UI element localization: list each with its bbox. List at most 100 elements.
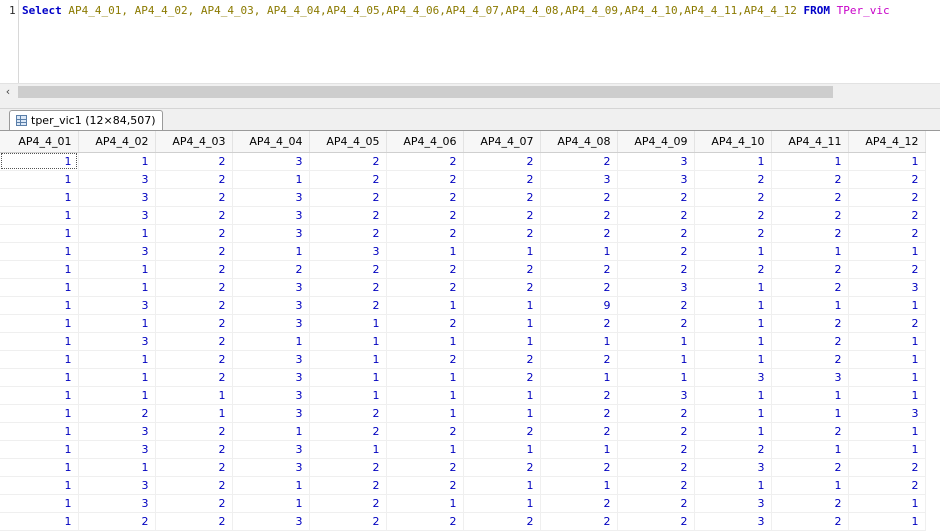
grid-cell[interactable]: 1: [309, 440, 387, 459]
grid-cell[interactable]: 2: [617, 242, 695, 261]
result-tab[interactable]: tper_vic1 (12×84,507): [9, 110, 164, 130]
grid-cell[interactable]: 2: [771, 278, 849, 297]
grid-cell[interactable]: 2: [694, 440, 772, 459]
grid-cell[interactable]: 2: [771, 260, 849, 279]
grid-cell[interactable]: 3: [78, 494, 156, 513]
result-grid[interactable]: AP4_4_01 AP4_4_02 AP4_4_03 AP4_4_04 AP4_4_05…: [0, 131, 940, 532]
grid-cell[interactable]: 1: [78, 350, 156, 369]
scrollbar-thumb[interactable]: [18, 86, 833, 98]
grid-cell[interactable]: 1: [0, 458, 79, 477]
grid-cell[interactable]: 2: [617, 404, 695, 423]
grid-cell[interactable]: 1: [0, 170, 79, 189]
grid-cell[interactable]: 2: [617, 440, 695, 459]
grid-cell[interactable]: 1: [771, 440, 849, 459]
grid-cell[interactable]: 2: [617, 422, 695, 441]
grid-cell[interactable]: 3: [232, 206, 310, 225]
grid-cell[interactable]: 1: [463, 440, 541, 459]
grid-cell[interactable]: 1: [232, 332, 310, 351]
grid-cell[interactable]: 2: [694, 170, 772, 189]
grid-cell[interactable]: 2: [540, 206, 618, 225]
grid-cell[interactable]: 1: [694, 242, 772, 261]
grid-cell[interactable]: 1: [771, 386, 849, 405]
grid-cell[interactable]: 1: [0, 296, 79, 315]
grid-cell[interactable]: 2: [540, 278, 618, 297]
grid-cell[interactable]: 2: [771, 188, 849, 207]
grid-cell[interactable]: 2: [617, 188, 695, 207]
grid-cell[interactable]: 2: [540, 350, 618, 369]
grid-cell[interactable]: 1: [463, 386, 541, 405]
grid-cell[interactable]: 2: [155, 350, 233, 369]
grid-cell[interactable]: 2: [155, 440, 233, 459]
grid-cell[interactable]: 1: [694, 278, 772, 297]
grid-cell[interactable]: 1: [78, 278, 156, 297]
table-row[interactable]: 132322222222: [0, 188, 926, 207]
table-row[interactable]: 112222222222: [0, 260, 926, 279]
grid-cell[interactable]: 2: [155, 278, 233, 297]
grid-cell[interactable]: 3: [232, 350, 310, 369]
grid-cell[interactable]: 1: [617, 332, 695, 351]
grid-cell[interactable]: 1: [386, 404, 464, 423]
grid-cell[interactable]: 2: [155, 260, 233, 279]
grid-cell[interactable]: 2: [386, 278, 464, 297]
grid-cell[interactable]: 1: [694, 422, 772, 441]
grid-cell[interactable]: 2: [617, 476, 695, 495]
grid-cell[interactable]: 1: [78, 386, 156, 405]
grid-cell[interactable]: 1: [0, 152, 79, 171]
grid-cell[interactable]: 3: [232, 404, 310, 423]
column-header[interactable]: AP4_4_08: [540, 131, 618, 153]
grid-cell[interactable]: 2: [309, 152, 387, 171]
grid-cell[interactable]: 1: [848, 332, 926, 351]
grid-cell[interactable]: 1: [771, 242, 849, 261]
grid-cell[interactable]: 2: [309, 296, 387, 315]
column-header[interactable]: AP4_4_01: [0, 131, 79, 153]
grid-cell[interactable]: 1: [771, 296, 849, 315]
grid-cell[interactable]: 2: [386, 152, 464, 171]
grid-cell[interactable]: 2: [78, 512, 156, 531]
grid-cell[interactable]: 1: [232, 494, 310, 513]
grid-cell[interactable]: 1: [309, 368, 387, 387]
grid-cell[interactable]: 2: [848, 260, 926, 279]
grid-cell[interactable]: 1: [463, 476, 541, 495]
column-header[interactable]: AP4_4_10: [694, 131, 772, 153]
grid-cell[interactable]: 2: [463, 260, 541, 279]
table-row[interactable]: 111311123111: [0, 386, 926, 405]
grid-cell[interactable]: 1: [386, 386, 464, 405]
grid-cell[interactable]: 1: [540, 440, 618, 459]
grid-cell[interactable]: 1: [0, 386, 79, 405]
column-header[interactable]: AP4_4_11: [771, 131, 849, 153]
grid-cell[interactable]: 1: [771, 404, 849, 423]
grid-cell[interactable]: 2: [463, 278, 541, 297]
grid-cell[interactable]: 1: [0, 224, 79, 243]
grid-cell[interactable]: 2: [848, 170, 926, 189]
grid-cell[interactable]: 2: [694, 188, 772, 207]
grid-cell[interactable]: 1: [0, 512, 79, 531]
grid-cell[interactable]: 1: [771, 476, 849, 495]
grid-cell[interactable]: 3: [309, 242, 387, 261]
grid-cell[interactable]: 2: [386, 512, 464, 531]
grid-cell[interactable]: 1: [78, 260, 156, 279]
grid-cell[interactable]: 3: [771, 368, 849, 387]
grid-cell[interactable]: 2: [540, 458, 618, 477]
table-row[interactable]: 132122112112: [0, 476, 926, 495]
column-header[interactable]: AP4_4_07: [463, 131, 541, 153]
grid-cell[interactable]: 1: [232, 476, 310, 495]
grid-cell[interactable]: 3: [78, 440, 156, 459]
grid-cell[interactable]: 2: [386, 260, 464, 279]
grid-cell[interactable]: 1: [463, 332, 541, 351]
grid-cell[interactable]: 2: [155, 206, 233, 225]
grid-cell[interactable]: 3: [232, 440, 310, 459]
grid-cell[interactable]: 1: [463, 494, 541, 513]
grid-cell[interactable]: 2: [309, 458, 387, 477]
column-header[interactable]: AP4_4_09: [617, 131, 695, 153]
grid-cell[interactable]: 2: [232, 260, 310, 279]
grid-cell[interactable]: 1: [0, 350, 79, 369]
grid-cell[interactable]: 2: [309, 404, 387, 423]
pane-splitter[interactable]: [0, 100, 940, 109]
grid-cell[interactable]: 1: [78, 368, 156, 387]
grid-cell[interactable]: 2: [155, 494, 233, 513]
grid-cell[interactable]: 1: [0, 188, 79, 207]
grid-cell[interactable]: 2: [155, 458, 233, 477]
grid-cell[interactable]: 1: [848, 386, 926, 405]
grid-cell[interactable]: 2: [540, 404, 618, 423]
table-row[interactable]: 132311112211: [0, 440, 926, 459]
